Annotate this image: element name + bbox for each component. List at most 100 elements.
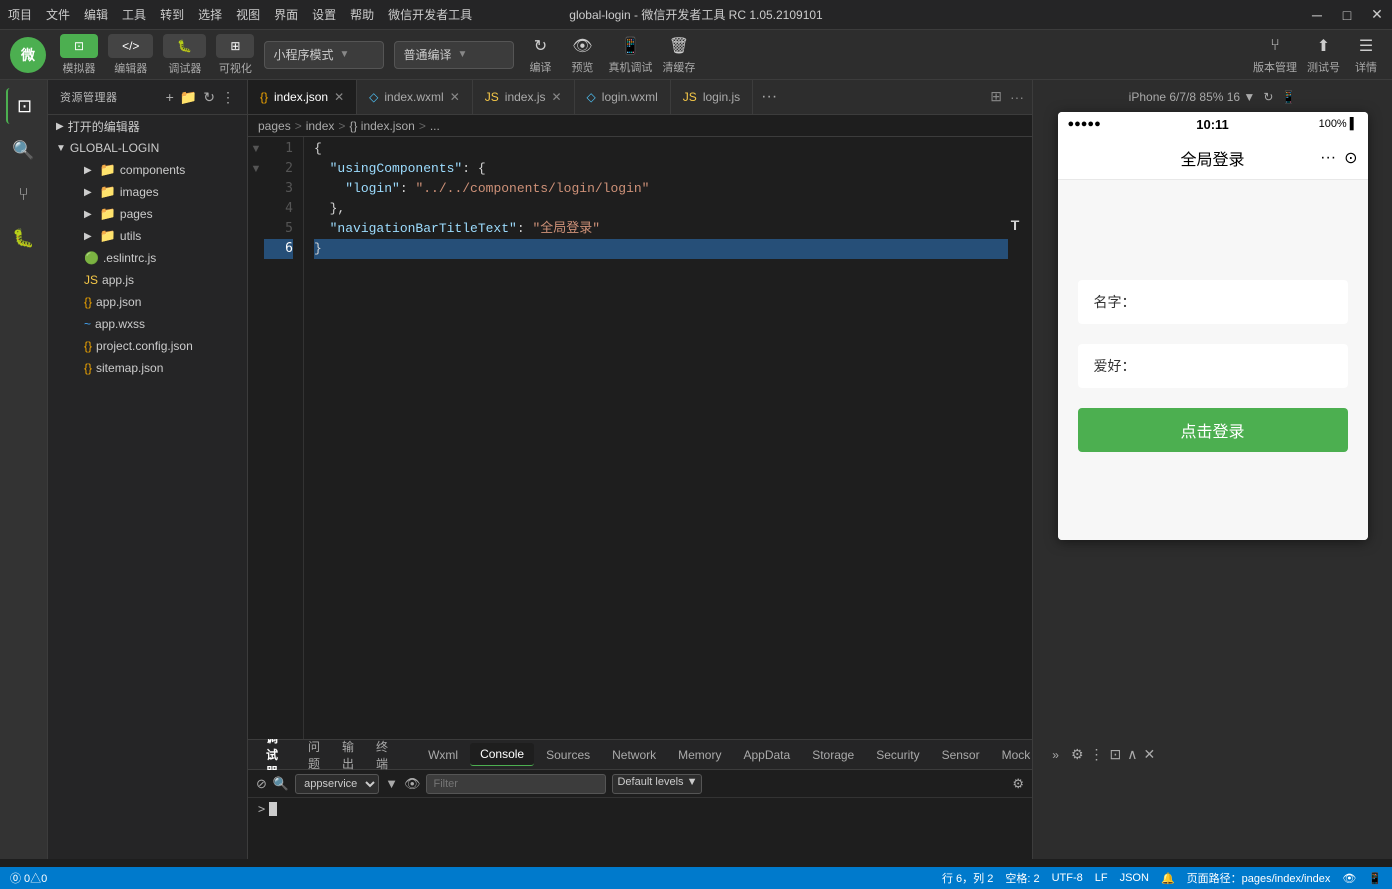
- debugger-tab-sources[interactable]: Sources: [536, 744, 600, 766]
- sidebar-item-projectconfig[interactable]: {} project.config.json: [48, 335, 247, 357]
- debugger-tab-storage[interactable]: Storage: [802, 744, 864, 766]
- tab-more-button[interactable]: ···: [753, 88, 785, 106]
- sidebar-item-pages[interactable]: ▶ 📁 pages: [48, 203, 247, 225]
- sidebar-item-sitemap[interactable]: {} sitemap.json: [48, 357, 247, 379]
- menu-file[interactable]: 文件: [46, 6, 70, 23]
- tab-close-index-wxml[interactable]: ✕: [450, 90, 460, 104]
- menu-wechat[interactable]: 微信开发者工具: [388, 6, 472, 23]
- version-mgmt-button[interactable]: ⑂ 版本管理: [1253, 35, 1297, 75]
- real-machine-button[interactable]: 📱 真机调试: [608, 35, 652, 75]
- new-folder-icon[interactable]: 📁: [180, 89, 197, 106]
- sidebar-item-images[interactable]: ▶ 📁 images: [48, 181, 247, 203]
- device-icon-status[interactable]: 📱: [1368, 872, 1382, 885]
- phone-login-button[interactable]: 点击登录: [1078, 408, 1348, 452]
- sidebar-item-eslintrc[interactable]: 🟢 .eslintrc.js: [48, 247, 247, 269]
- breadcrumb-more[interactable]: ...: [430, 119, 440, 133]
- test-button[interactable]: ⬆ 测试号: [1307, 35, 1340, 75]
- menu-interface[interactable]: 界面: [274, 6, 298, 23]
- panel-close-icon[interactable]: ✕: [1144, 746, 1156, 763]
- more-actions-icon[interactable]: ···: [1010, 89, 1024, 105]
- collapse-btn-1[interactable]: ▼: [248, 139, 264, 159]
- panel-collapse-icon[interactable]: ∧: [1127, 746, 1137, 763]
- expand-icon[interactable]: ▼: [385, 776, 398, 791]
- debug-icon[interactable]: 🐛: [6, 220, 42, 256]
- tab-index-wxml[interactable]: ◇ index.wxml ✕: [357, 80, 473, 114]
- panel-menu-icon[interactable]: ⋮: [1090, 746, 1104, 763]
- line-ending[interactable]: LF: [1095, 872, 1108, 884]
- spaces[interactable]: 空格: 2: [1005, 870, 1039, 886]
- visible-button[interactable]: ⊞ 可视化: [216, 34, 254, 76]
- panel-gear-icon[interactable]: ⚙: [1071, 746, 1084, 763]
- debugger-tab-appdata[interactable]: AppData: [733, 744, 800, 766]
- menu-select[interactable]: 选择: [198, 6, 222, 23]
- refresh-icon[interactable]: ↻: [203, 89, 215, 106]
- debugger-tab-sensor[interactable]: Sensor: [932, 744, 990, 766]
- tab-close-index-js[interactable]: ✕: [551, 90, 561, 104]
- line-col[interactable]: 行 6，列 2: [942, 870, 993, 886]
- close-button[interactable]: ✕: [1370, 8, 1384, 22]
- notification-icon[interactable]: 🔔: [1161, 872, 1175, 885]
- filter-console-icon[interactable]: 🔍: [273, 776, 289, 792]
- split-editor-icon[interactable]: ⊞: [990, 88, 1002, 105]
- breadcrumb-pages[interactable]: pages: [258, 119, 291, 133]
- editor-button[interactable]: </> 编辑器: [108, 34, 153, 76]
- open-editors-section[interactable]: ▶ 打开的编辑器: [48, 115, 247, 137]
- simulator-button[interactable]: ⊡ 模拟器: [60, 34, 98, 76]
- debugger-tab-console[interactable]: Console: [470, 743, 534, 766]
- minimize-button[interactable]: ─: [1310, 8, 1324, 22]
- git-icon[interactable]: ⑂: [6, 176, 42, 212]
- level-select[interactable]: Default levels ▼: [612, 774, 702, 794]
- translate-button[interactable]: ↻ 编译: [524, 35, 556, 75]
- menu-goto[interactable]: 转到: [160, 6, 184, 23]
- code-content[interactable]: { "usingComponents": { "login": "../../c…: [304, 137, 1008, 739]
- debugger-tab-network[interactable]: Network: [602, 744, 666, 766]
- phone-record-icon[interactable]: ⊙: [1344, 148, 1357, 168]
- format[interactable]: JSON: [1120, 872, 1149, 884]
- menu-project[interactable]: 项目: [8, 6, 32, 23]
- sidebar-item-utils[interactable]: ▶ 📁 utils: [48, 225, 247, 247]
- search-activity-icon[interactable]: 🔍: [6, 132, 42, 168]
- code-scrollbar[interactable]: [1022, 137, 1032, 739]
- breadcrumb-file[interactable]: {} index.json: [349, 119, 414, 133]
- preview-icon-status[interactable]: 👁: [1342, 872, 1356, 885]
- detail-button[interactable]: ☰ 详情: [1350, 35, 1382, 75]
- debugger-tab-mock[interactable]: Mock: [992, 744, 1041, 766]
- tab-login-wxml[interactable]: ◇ login.wxml: [575, 80, 671, 114]
- tab-index-json[interactable]: {} index.json ✕: [248, 80, 357, 114]
- tab-login-js[interactable]: JS login.js: [671, 80, 753, 114]
- panel-expand-icon[interactable]: ⊡: [1110, 746, 1122, 763]
- page-path[interactable]: 页面路径：pages/index/index: [1187, 870, 1331, 886]
- cleanup-button[interactable]: 🗑 清缓存: [662, 35, 695, 75]
- project-section[interactable]: ▼ GLOBAL-LOGIN: [48, 137, 247, 159]
- tab-close-index-json[interactable]: ✕: [334, 90, 344, 104]
- encoding[interactable]: UTF-8: [1052, 872, 1083, 884]
- debugger-tab-more[interactable]: »: [1042, 744, 1069, 766]
- appservice-select[interactable]: appservice: [295, 774, 379, 794]
- menu-tools[interactable]: 工具: [122, 6, 146, 23]
- sidebar-item-appwxss[interactable]: ~ app.wxss: [48, 313, 247, 335]
- eye-console-icon[interactable]: 👁: [404, 776, 421, 792]
- menu-settings[interactable]: 设置: [312, 6, 336, 23]
- tab-index-js[interactable]: JS index.js ✕: [473, 80, 575, 114]
- phone-more-icon[interactable]: ···: [1320, 149, 1336, 167]
- menu-help[interactable]: 帮助: [350, 6, 374, 23]
- explorer-icon[interactable]: ⊡: [6, 88, 42, 124]
- clear-console-icon[interactable]: ⊘: [256, 776, 267, 792]
- collapse-btn-2[interactable]: ▼: [248, 159, 264, 179]
- maximize-button[interactable]: □: [1340, 8, 1354, 22]
- debugger-button[interactable]: 🐛 调试器: [163, 34, 206, 76]
- debugger-tab-security[interactable]: Security: [866, 744, 929, 766]
- sidebar-item-appjson[interactable]: {} app.json: [48, 291, 247, 313]
- debugger-tab-wxml[interactable]: Wxml: [418, 744, 468, 766]
- compile-select[interactable]: 普通编译 ▼: [394, 41, 514, 69]
- filter-input[interactable]: [426, 774, 606, 794]
- error-count[interactable]: ⓪ 0△0: [10, 870, 47, 886]
- mode-select[interactable]: 小程序模式 ▼: [264, 41, 384, 69]
- breadcrumb-index[interactable]: index: [306, 119, 335, 133]
- sidebar-item-appjs[interactable]: JS app.js: [48, 269, 247, 291]
- menu-view[interactable]: 视图: [236, 6, 260, 23]
- menu-edit[interactable]: 编辑: [84, 6, 108, 23]
- debugger-tab-memory[interactable]: Memory: [668, 744, 731, 766]
- sidebar-item-components[interactable]: ▶ 📁 components: [48, 159, 247, 181]
- preview-button[interactable]: 👁 预览: [566, 35, 598, 75]
